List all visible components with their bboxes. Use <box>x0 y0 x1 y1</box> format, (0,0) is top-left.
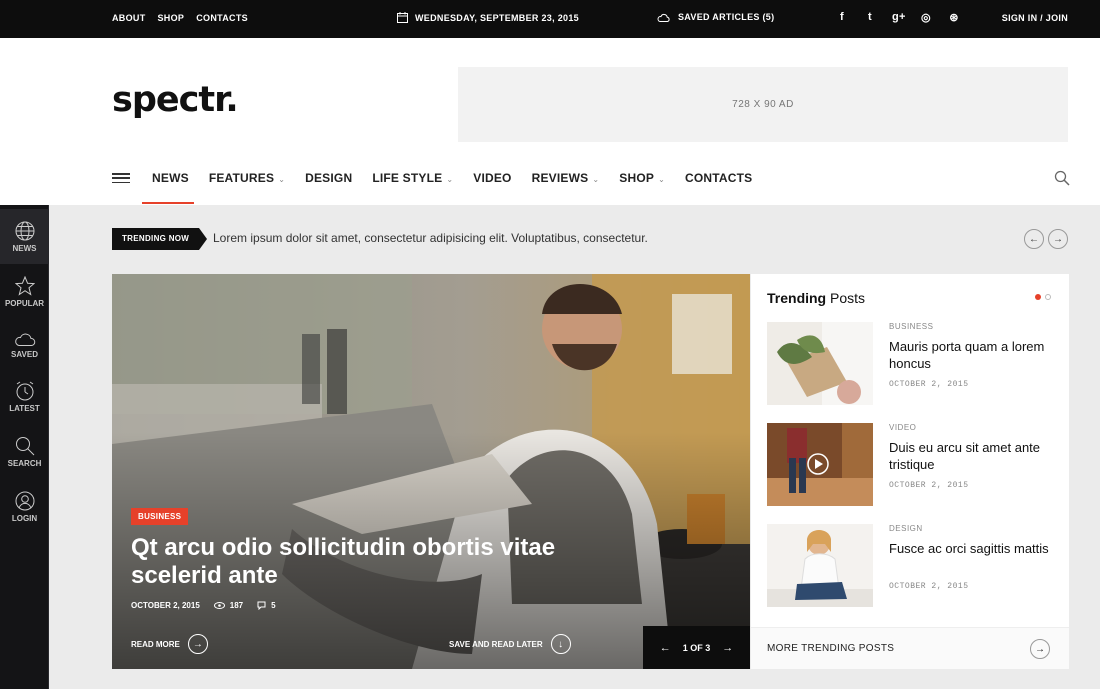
chevron-down-icon: ⌄ <box>592 175 600 184</box>
ad-banner[interactable]: 728 X 90 AD <box>458 67 1068 142</box>
post-thumbnail[interactable] <box>767 322 873 405</box>
search-icon <box>15 436 34 455</box>
hero-date: OCTOBER 2, 2015 <box>131 601 200 610</box>
hero-pager: ← 1 OF 3 → <box>643 626 750 669</box>
top-link-contacts[interactable]: CONTACTS <box>196 13 248 23</box>
chevron-down-icon: ⌄ <box>278 175 286 184</box>
trending-post[interactable]: VIDEO Duis eu arcu sit amet ante tristiq… <box>767 423 1057 507</box>
video-thumbnail-image <box>767 423 873 506</box>
nav-item-design[interactable]: DESIGN <box>305 171 352 185</box>
trending-posts-title: Trending Posts <box>767 290 866 306</box>
google-plus-icon[interactable]: g+ <box>892 11 905 24</box>
post-category[interactable]: BUSINESS <box>889 322 933 331</box>
nav-item-life-style[interactable]: LIFE STYLE ⌄ <box>372 171 453 185</box>
chevron-down-icon: ⌄ <box>446 175 454 184</box>
read-more-button[interactable]: READ MORE → <box>131 634 208 654</box>
post-category[interactable]: DESIGN <box>889 524 923 533</box>
nav-item-reviews[interactable]: REVIEWS ⌄ <box>532 171 600 185</box>
sign-in-link[interactable]: SIGN IN / JOIN <box>1002 13 1068 23</box>
nav-item-video[interactable]: VIDEO <box>473 171 511 185</box>
cloud-icon <box>14 333 35 346</box>
post-title[interactable]: Fusce ac orci sagittis mattis <box>889 540 1049 557</box>
woman-headphones-image <box>767 524 873 607</box>
top-link-shop[interactable]: SHOP <box>158 13 185 23</box>
sidebar-item-login[interactable]: LOGIN <box>0 479 49 534</box>
date-display: WEDNESDAY, SEPTEMBER 23, 2015 <box>397 12 579 23</box>
page-dot[interactable] <box>1045 294 1051 300</box>
hero-next-button[interactable]: → <box>722 642 733 654</box>
saved-articles-link[interactable]: SAVED ARTICLES (5) <box>657 12 774 22</box>
hero-slider[interactable]: BUSINESS Qt arcu odio sollicitudin obort… <box>112 274 750 669</box>
clock-icon <box>16 381 33 400</box>
twitter-icon[interactable]: t <box>864 11 876 24</box>
active-nav-indicator <box>142 202 194 204</box>
post-title[interactable]: Duis eu arcu sit amet ante tristique <box>889 439 1049 473</box>
arrow-right-icon[interactable]: → <box>1030 639 1050 659</box>
trending-pagination <box>1035 294 1051 300</box>
eye-icon <box>213 602 225 609</box>
header: spectr. 728 X 90 AD NEWS FEATURES ⌄ DESIG… <box>0 38 1100 205</box>
social-links: f t g+ ◎ ⊛ <box>836 11 960 24</box>
facebook-icon[interactable]: f <box>836 11 848 24</box>
more-trending-label[interactable]: MORE TRENDING POSTS <box>767 643 894 654</box>
sidebar-item-news[interactable]: NEWS <box>0 209 49 264</box>
hero-meta: OCTOBER 2, 2015 187 5 <box>131 601 276 610</box>
post-title[interactable]: Mauris porta quam a lorem honcus <box>889 338 1049 372</box>
sidebar-item-search[interactable]: SEARCH <box>0 424 49 479</box>
post-date: OCTOBER 2, 2015 <box>889 380 969 389</box>
nav-item-news[interactable]: NEWS <box>152 171 189 185</box>
hero-category-badge[interactable]: BUSINESS <box>131 508 189 525</box>
instagram-icon[interactable]: ◎ <box>920 11 932 24</box>
chevron-down-icon: ⌄ <box>658 175 665 184</box>
sidebar: NEWS POPULAR SAVED LATEST SEARCH LOGIN <box>0 205 49 689</box>
sidebar-item-popular[interactable]: POPULAR <box>0 264 49 319</box>
post-thumbnail[interactable] <box>767 423 873 506</box>
more-trending-posts[interactable]: MORE TRENDING POSTS → <box>751 627 1069 669</box>
comments-count: 5 <box>257 601 276 610</box>
current-date: WEDNESDAY, SEPTEMBER 23, 2015 <box>415 12 579 23</box>
top-link-about[interactable]: ABOUT <box>112 13 146 23</box>
post-date: OCTOBER 2, 2015 <box>889 481 969 490</box>
search-icon[interactable] <box>1054 170 1070 186</box>
views-count: 187 <box>213 601 243 610</box>
post-thumbnail[interactable] <box>767 524 873 607</box>
trending-prev-button[interactable]: ← <box>1024 229 1044 249</box>
top-links: ABOUT SHOP CONTACTS <box>112 13 248 23</box>
arrow-down-icon: ↓ <box>550 634 571 654</box>
saved-articles-label: SAVED ARTICLES (5) <box>678 12 775 22</box>
trending-now-badge: TRENDING NOW <box>112 228 208 250</box>
trending-headline[interactable]: Lorem ipsum dolor sit amet, consectetur … <box>213 231 648 245</box>
nav-item-contacts[interactable]: CONTACTS <box>685 171 752 185</box>
nav-item-features[interactable]: FEATURES ⌄ <box>209 171 285 185</box>
trending-posts-panel: Trending Posts BUSINESS Mauris porta qua… <box>751 274 1069 669</box>
calendar-icon <box>397 12 408 23</box>
hero-prev-button[interactable]: ← <box>660 642 671 654</box>
hamburger-menu-icon[interactable] <box>112 173 130 183</box>
post-category[interactable]: VIDEO <box>889 423 916 432</box>
cloud-icon <box>657 13 670 22</box>
top-bar: ABOUT SHOP CONTACTS WEDNESDAY, SEPTEMBER… <box>0 0 1100 38</box>
user-icon <box>15 491 34 510</box>
nav-item-shop[interactable]: SHOP ⌄ <box>619 171 665 185</box>
site-logo[interactable]: spectr. <box>112 80 239 120</box>
sidebar-item-latest[interactable]: LATEST <box>0 369 49 424</box>
trending-next-button[interactable]: → <box>1048 229 1068 249</box>
dribbble-icon[interactable]: ⊛ <box>948 11 960 24</box>
trending-post[interactable]: DESIGN Fusce ac orci sagittis mattis OCT… <box>767 524 1057 608</box>
comment-icon <box>257 601 266 610</box>
globe-icon <box>15 221 34 240</box>
hero-page-indicator: 1 OF 3 <box>682 642 711 653</box>
page-dot-active[interactable] <box>1035 294 1041 300</box>
main-nav: NEWS FEATURES ⌄ DESIGN LIFE STYLE ⌄ VIDEO … <box>112 168 772 188</box>
hero-title[interactable]: Qt arcu odio sollicitudin obortis vitae … <box>131 534 591 590</box>
trending-post[interactable]: BUSINESS Mauris porta quam a lorem honcu… <box>767 322 1057 406</box>
post-date: OCTOBER 2, 2015 <box>889 582 969 591</box>
arrow-right-icon: → <box>187 634 208 654</box>
plant-bag-image <box>767 322 873 405</box>
star-icon <box>14 275 35 296</box>
sidebar-item-saved[interactable]: SAVED <box>0 317 49 372</box>
save-read-later-button[interactable]: SAVE AND READ LATER ↓ <box>449 634 571 654</box>
